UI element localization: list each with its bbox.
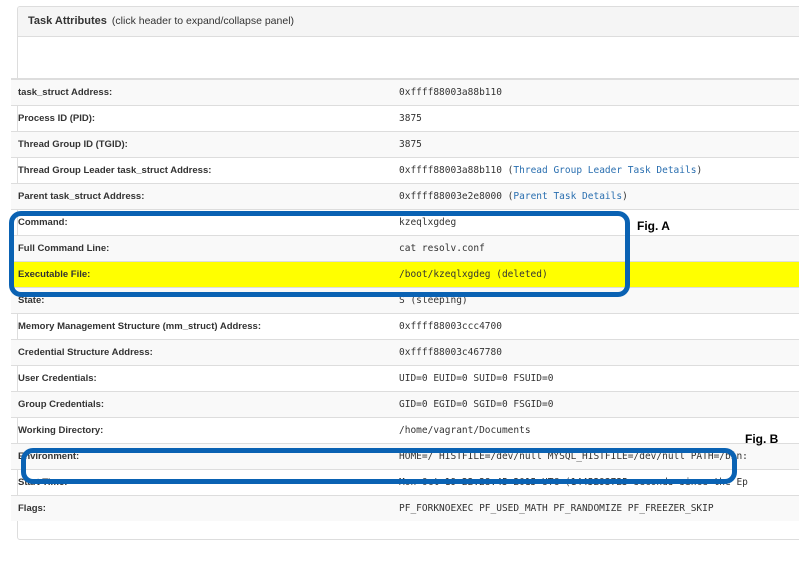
value-text: HOME=/ HISTFILE=/dev/null MYSQL_HISTFILE… [399,450,748,462]
attribute-label: Memory Management Structure (mm_struct) … [11,312,392,339]
table-row: Start Time: Mon Oct 19 22:28:45 2015 UTC … [11,468,799,495]
value-text: GID=0 EGID=0 SGID=0 FSGID=0 [399,398,554,410]
table-row: Thread Group Leader task_struct Address:… [11,156,799,183]
attribute-value: HOME=/ HISTFILE=/dev/null MYSQL_HISTFILE… [392,442,799,469]
attribute-value: 0xffff88003a88b110 (Thread Group Leader … [392,156,799,183]
attribute-value: /boot/kzeqlxgdeg (deleted) [392,260,799,287]
table-row: Thread Group ID (TGID): 3875 [11,130,799,157]
table-row: Group Credentials: GID=0 EGID=0 SGID=0 FS… [11,390,799,417]
value-paren-open: ( [501,164,514,176]
attribute-label: Environment: [11,442,392,469]
attribute-label: User Credentials: [11,364,392,391]
table-row: State: S (sleeping) [11,286,799,313]
attribute-value: PF_FORKNOEXEC PF_USED_MATH PF_RANDOMIZE … [392,494,799,521]
attribute-value: 0xffff88003c467780 [392,338,799,365]
table-row: Full Command Line: cat resolv.conf [11,234,799,261]
attribute-label: Thread Group ID (TGID): [11,130,392,157]
details-link[interactable]: Thread Group Leader Task Details [513,165,696,176]
task-attributes-table: task_struct Address: 0xffff88003a88b110 Pr… [11,78,799,521]
value-text: /boot/kzeqlxgdeg (deleted) [399,268,548,280]
attribute-label: Credential Structure Address: [11,338,392,365]
table-row: Environment: HOME=/ HISTFILE=/dev/null MY… [11,442,799,469]
table-row: task_struct Address: 0xffff88003a88b110 [11,78,799,105]
value-text: 0xffff88003c467780 [399,346,502,358]
value-text: PF_FORKNOEXEC PF_USED_MATH PF_RANDOMIZE … [399,502,714,514]
attribute-label: Command: [11,208,392,235]
table-row: Working Directory: /home/vagrant/Document… [11,416,799,443]
value-text: cat resolv.conf [399,242,485,254]
value-text: 0xffff88003a88b110 [399,86,502,98]
attribute-label: Process ID (PID): [11,104,392,131]
panel-header[interactable]: Task Attributes (click header to expand/… [18,7,799,37]
attribute-value: /home/vagrant/Documents [392,416,799,443]
value-text: S (sleeping) [399,294,468,306]
attribute-value: 0xffff88003e2e8000 (Parent Task Details) [392,182,799,209]
attribute-label: Thread Group Leader task_struct Address: [11,156,392,183]
table-row: Flags: PF_FORKNOEXEC PF_USED_MATH PF_RAND… [11,494,799,521]
value-text: 0xffff88003a88b110 [399,164,502,176]
attribute-value: 3875 [392,104,799,131]
fig-a-label: Fig. A [637,219,670,233]
attribute-value: 0xffff88003a88b110 [392,78,799,105]
table-row: Parent task_struct Address: 0xffff88003e2… [11,182,799,209]
value-paren-open: ( [501,190,514,202]
table-row: Credential Structure Address: 0xffff88003… [11,338,799,365]
attribute-label: Executable File: [11,260,392,287]
value-paren-close: ) [696,164,703,176]
value-text: Mon Oct 19 22:28:45 2015 UTC (1445293725… [399,476,748,488]
value-text: /home/vagrant/Documents [399,424,531,436]
details-link[interactable]: Parent Task Details [513,191,622,202]
attribute-label: Working Directory: [11,416,392,443]
panel-title: Task Attributes [28,15,107,27]
attribute-value: GID=0 EGID=0 SGID=0 FSGID=0 [392,390,799,417]
attribute-value: 0xffff88003ccc4700 [392,312,799,339]
table-row: Executable File: /boot/kzeqlxgdeg (delete… [11,260,799,287]
attribute-value: Mon Oct 19 22:28:45 2015 UTC (1445293725… [392,468,799,495]
panel-hint: (click header to expand/collapse panel) [111,15,295,27]
attribute-label: task_struct Address: [11,78,392,105]
attribute-label: Parent task_struct Address: [11,182,392,209]
table-row: Process ID (PID): 3875 [11,104,799,131]
attribute-label: Group Credentials: [11,390,392,417]
value-text: 3875 [399,112,422,124]
fig-b-label: Fig. B [745,432,779,446]
attribute-value: kzeqlxgdeg [392,208,799,235]
value-text: 0xffff88003ccc4700 [399,320,502,332]
table-row: Memory Management Structure (mm_struct) … [11,312,799,339]
attribute-label: Flags: [11,494,392,521]
value-text: 3875 [399,138,422,150]
value-paren-close: ) [622,190,628,202]
attribute-label: State: [11,286,392,313]
table-row: Command: kzeqlxgdeg [11,208,799,235]
attribute-label: Start Time: [11,468,392,495]
attribute-value: S (sleeping) [392,286,799,313]
table-row: User Credentials: UID=0 EUID=0 SUID=0 FSU… [11,364,799,391]
value-text: 0xffff88003e2e8000 [399,190,502,202]
value-text: kzeqlxgdeg [399,216,457,228]
attribute-value: UID=0 EUID=0 SUID=0 FSUID=0 [392,364,799,391]
value-text: UID=0 EUID=0 SUID=0 FSUID=0 [399,372,554,384]
attribute-value: cat resolv.conf [392,234,799,261]
attribute-label: Full Command Line: [11,234,392,261]
attribute-value: 3875 [392,130,799,157]
